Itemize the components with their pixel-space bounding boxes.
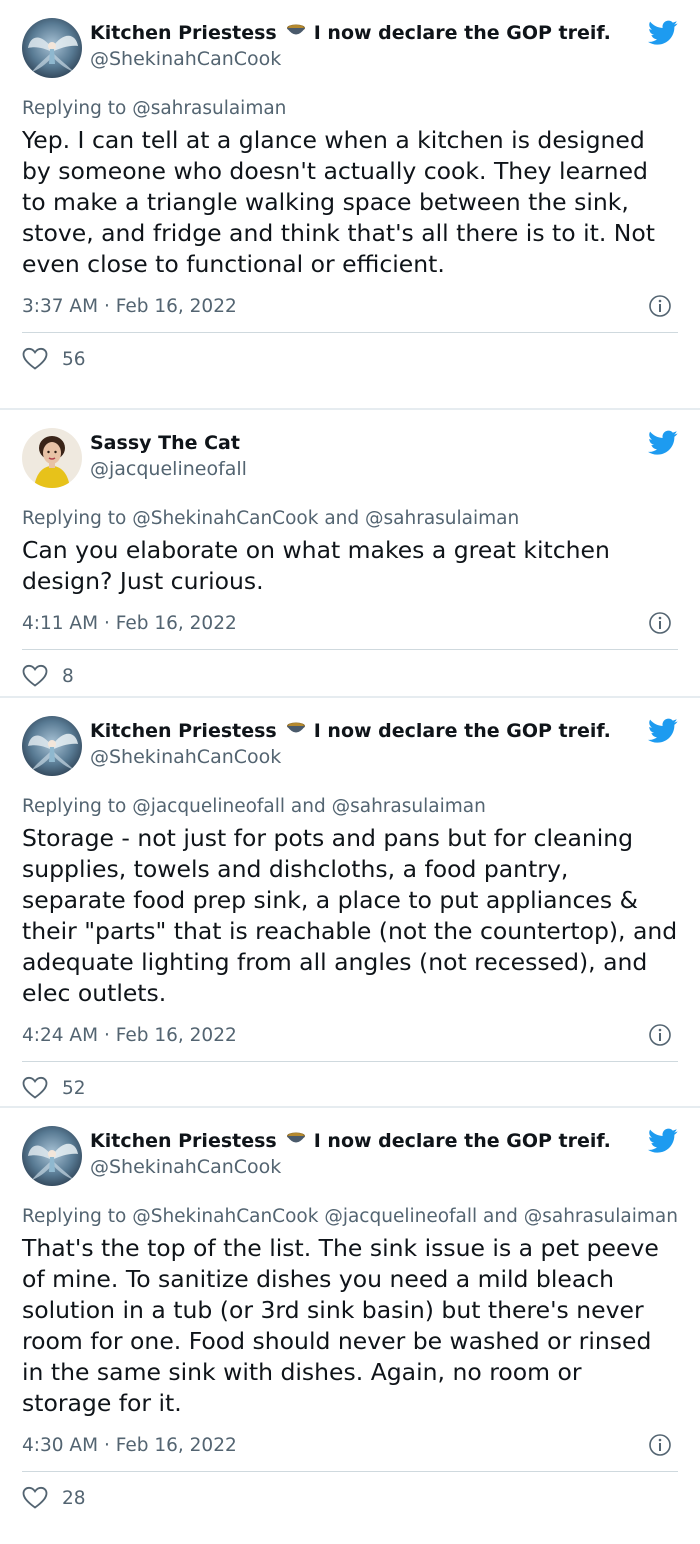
tweet-time[interactable]: 3:37 AM: [22, 296, 98, 317]
avatar[interactable]: [22, 716, 82, 776]
author-tagline: I now declare the GOP treif.: [313, 22, 611, 44]
tweet-text: Storage - not just for pots and pans but…: [22, 824, 678, 1007]
author-names: Kitchen Priestess I now declare the GOP …: [90, 20, 611, 72]
reply-mentions[interactable]: @jacquelineofall and @sahrasulaiman: [132, 796, 486, 817]
like-count: 52: [62, 1077, 86, 1099]
author-name: Sassy The Cat: [90, 432, 240, 454]
reply-mentions[interactable]: @ShekinahCanCook @jacquelineofall and @s…: [132, 1206, 678, 1227]
author-names: Sassy The Cat @jacquelineofall: [90, 430, 247, 482]
replying-to: Replying to @jacquelineofall and @sahras…: [22, 794, 678, 819]
display-name[interactable]: Kitchen Priestess I now declare the GOP …: [90, 20, 611, 46]
heart-icon[interactable]: [22, 664, 48, 688]
tweet-thread: Kitchen Priestess I now declare the GOP …: [0, 0, 700, 1544]
tweet-header: Sassy The Cat @jacquelineofall: [22, 410, 678, 500]
replying-to: Replying to @ShekinahCanCook @jacqueline…: [22, 1204, 678, 1229]
stew-bowl-icon: [286, 20, 306, 46]
tweet-date[interactable]: Feb 16, 2022: [116, 613, 237, 634]
tweet-date[interactable]: Feb 16, 2022: [116, 296, 237, 317]
author-tagline: I now declare the GOP treif.: [313, 720, 611, 742]
tweet-card[interactable]: Sassy The Cat @jacquelineofall Replying …: [0, 410, 700, 696]
info-icon[interactable]: [648, 1433, 672, 1462]
tweet-text: Can you elaborate on what makes a great …: [22, 536, 610, 595]
heart-icon[interactable]: [22, 1076, 48, 1100]
author-handle[interactable]: @jacquelineofall: [90, 456, 247, 482]
replying-to-label: Replying to: [22, 1206, 127, 1227]
tweet-text: Yep. I can tell at a glance when a kitch…: [22, 126, 655, 278]
like-action[interactable]: 52: [22, 1062, 678, 1114]
info-icon[interactable]: [648, 611, 672, 640]
meta-separator: ·: [103, 1434, 110, 1456]
author-name: Kitchen Priestess: [90, 720, 277, 742]
replying-to-label: Replying to: [22, 796, 127, 817]
stew-bowl-icon: [286, 1128, 306, 1154]
tweet-header: Kitchen Priestess I now declare the GOP …: [22, 1108, 678, 1198]
tweet-meta: 4:30 AM · Feb 16, 2022: [22, 1419, 678, 1472]
twitter-bird-icon: [648, 430, 678, 460]
tweet-card[interactable]: Kitchen Priestess I now declare the GOP …: [0, 1108, 700, 1544]
stew-bowl-icon: [286, 718, 306, 744]
avatar[interactable]: [22, 428, 82, 488]
tweet-header: Kitchen Priestess I now declare the GOP …: [22, 0, 678, 90]
heart-icon[interactable]: [22, 1486, 48, 1510]
replying-to-label: Replying to: [22, 508, 127, 529]
like-action[interactable]: 28: [22, 1472, 678, 1524]
tweet-time[interactable]: 4:24 AM: [22, 1025, 98, 1046]
display-name[interactable]: Kitchen Priestess I now declare the GOP …: [90, 718, 611, 744]
author-handle[interactable]: @ShekinahCanCook: [90, 744, 611, 770]
author-handle[interactable]: @ShekinahCanCook: [90, 46, 611, 72]
twitter-bird-icon: [648, 1128, 678, 1158]
author-tagline: I now declare the GOP treif.: [313, 1130, 611, 1152]
like-action[interactable]: 8: [22, 650, 678, 702]
tweet-date[interactable]: Feb 16, 2022: [116, 1435, 237, 1456]
twitter-bird-icon: [648, 718, 678, 748]
tweet-time[interactable]: 4:30 AM: [22, 1435, 98, 1456]
avatar[interactable]: [22, 18, 82, 78]
info-icon[interactable]: [648, 294, 672, 323]
twitter-bird-icon: [648, 20, 678, 50]
reply-mentions[interactable]: @sahrasulaiman: [132, 98, 286, 119]
avatar[interactable]: [22, 1126, 82, 1186]
meta-separator: ·: [103, 1024, 110, 1046]
info-icon[interactable]: [648, 1023, 672, 1052]
tweet-time[interactable]: 4:11 AM: [22, 613, 98, 634]
author-names: Kitchen Priestess I now declare the GOP …: [90, 718, 611, 770]
tweet-date[interactable]: Feb 16, 2022: [116, 1025, 237, 1046]
like-count: 8: [62, 665, 74, 687]
tweet-header: Kitchen Priestess I now declare the GOP …: [22, 698, 678, 788]
reply-mentions[interactable]: @ShekinahCanCook and @sahrasulaiman: [132, 508, 519, 529]
tweet-card[interactable]: Kitchen Priestess I now declare the GOP …: [0, 698, 700, 1106]
display-name[interactable]: Kitchen Priestess I now declare the GOP …: [90, 1128, 611, 1154]
replying-to-label: Replying to: [22, 98, 127, 119]
tweet-meta: 3:37 AM · Feb 16, 2022: [22, 280, 678, 333]
like-count: 56: [62, 348, 86, 370]
author-names: Kitchen Priestess I now declare the GOP …: [90, 1128, 611, 1180]
tweet-meta: 4:11 AM · Feb 16, 2022: [22, 597, 678, 650]
meta-separator: ·: [103, 612, 110, 634]
display-name[interactable]: Sassy The Cat: [90, 430, 247, 456]
tweet-meta: 4:24 AM · Feb 16, 2022: [22, 1009, 678, 1062]
replying-to: Replying to @sahrasulaiman: [22, 96, 678, 121]
meta-separator: ·: [103, 295, 110, 317]
author-handle[interactable]: @ShekinahCanCook: [90, 1154, 611, 1180]
tweet-card[interactable]: Kitchen Priestess I now declare the GOP …: [0, 0, 700, 408]
heart-icon[interactable]: [22, 347, 48, 371]
author-name: Kitchen Priestess: [90, 22, 277, 44]
like-count: 28: [62, 1487, 86, 1509]
replying-to: Replying to @ShekinahCanCook and @sahras…: [22, 506, 678, 531]
author-name: Kitchen Priestess: [90, 1130, 277, 1152]
tweet-text: That's the top of the list. The sink iss…: [22, 1234, 659, 1417]
like-action[interactable]: 56: [22, 333, 678, 385]
